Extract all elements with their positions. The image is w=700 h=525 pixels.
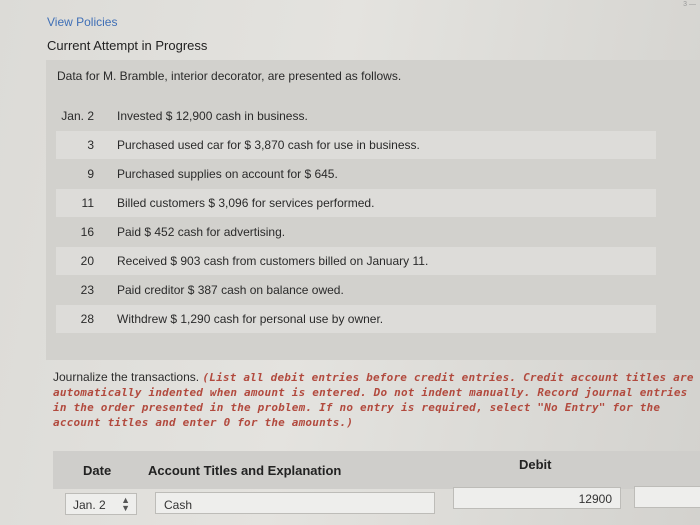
corner-indicator: 3 —	[683, 1, 696, 8]
transaction-row: 28 Withdrew $ 1,290 cash for personal us…	[56, 305, 656, 333]
instructions: Journalize the transactions. (List all d…	[53, 370, 700, 430]
account-title-input[interactable]: Cash	[155, 492, 435, 514]
date-select[interactable]: Jan. 2 ▲ ▼	[65, 493, 137, 515]
transaction-date: 11	[81, 196, 94, 210]
transaction-text: Withdrew $ 1,290 cash for personal use b…	[117, 312, 384, 326]
credit-amount-input[interactable]	[634, 486, 700, 508]
transaction-text: Received $ 903 cash from customers bille…	[117, 254, 429, 268]
debit-amount-input[interactable]: 12900	[453, 487, 621, 509]
view-policies-link[interactable]: View Policies	[47, 15, 117, 29]
transaction-date: Jan. 2	[61, 109, 94, 123]
transaction-text: Invested $ 12,900 cash in business.	[117, 109, 308, 123]
account-title-value: Cash	[164, 498, 193, 512]
transaction-row: 16 Paid $ 452 cash for advertising.	[56, 218, 656, 246]
transaction-row: 20 Received $ 903 cash from customers bi…	[56, 247, 656, 275]
transaction-date: 9	[87, 167, 94, 181]
select-arrows-icon: ▲ ▼	[121, 495, 130, 513]
transaction-date: 16	[80, 225, 94, 239]
problem-intro: Data for M. Bramble, interior decorator,…	[57, 69, 402, 83]
transaction-text: Paid $ 452 cash for advertising.	[117, 225, 286, 239]
attempt-status: Current Attempt in Progress	[47, 38, 208, 53]
transaction-date: 23	[80, 283, 94, 297]
transaction-row: Jan. 2 Invested $ 12,900 cash in busines…	[56, 102, 656, 130]
transaction-text: Paid creditor $ 387 cash on balance owed…	[117, 283, 344, 297]
transaction-row: 9 Purchased supplies on account for $ 64…	[56, 160, 656, 188]
transaction-row: 11 Billed customers $ 3,096 for services…	[56, 189, 656, 217]
debit-amount-value: 12900	[578, 492, 612, 506]
date-select-value: Jan. 2	[73, 498, 106, 512]
transaction-text: Purchased supplies on account for $ 645.	[117, 167, 338, 181]
transaction-text: Billed customers $ 3,096 for services pe…	[117, 196, 375, 210]
transaction-row: 23 Paid creditor $ 387 cash on balance o…	[56, 276, 656, 304]
column-header-account: Account Titles and Explanation	[148, 463, 342, 478]
instructions-lead: Journalize the transactions.	[53, 370, 203, 384]
journal-table-header: Date Account Titles and Explanation Debi…	[53, 451, 700, 489]
transaction-date: 3	[87, 138, 94, 152]
transaction-date: 20	[80, 254, 94, 268]
transaction-text: Purchased used car for $ 3,870 cash for …	[117, 138, 420, 152]
transaction-row: 3 Purchased used car for $ 3,870 cash fo…	[56, 131, 656, 159]
column-header-debit: Debit	[519, 457, 552, 472]
transaction-date: 28	[80, 312, 94, 326]
column-header-date: Date	[83, 463, 112, 478]
